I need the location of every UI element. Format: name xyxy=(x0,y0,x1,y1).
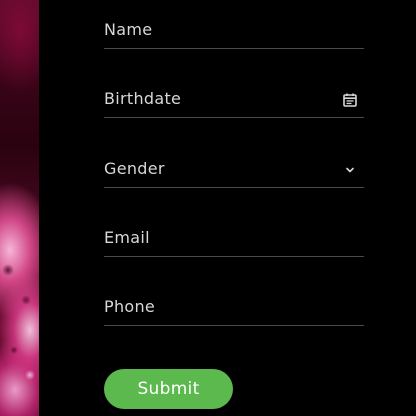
phone-field[interactable]: Phone xyxy=(104,285,364,326)
birthdate-field[interactable]: Birthdate xyxy=(104,77,364,118)
gender-select-label: Gender xyxy=(104,159,165,178)
email-field-label: Email xyxy=(104,228,150,247)
submit-button[interactable]: Submit xyxy=(104,369,233,409)
email-field[interactable]: Email xyxy=(104,216,364,257)
birthdate-field-label: Birthdate xyxy=(104,89,182,108)
chevron-down-icon[interactable] xyxy=(342,162,358,178)
name-field-label: Name xyxy=(104,20,153,39)
gender-select[interactable]: Gender xyxy=(104,147,364,188)
name-field[interactable]: Name xyxy=(104,8,364,49)
decorative-side-image xyxy=(0,0,39,416)
phone-field-label: Phone xyxy=(104,297,156,316)
calendar-icon[interactable] xyxy=(342,92,358,108)
